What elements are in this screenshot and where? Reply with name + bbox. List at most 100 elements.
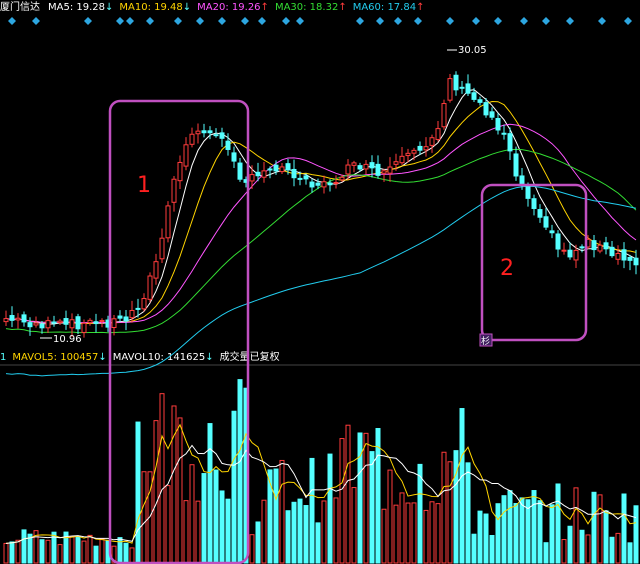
candle-body — [549, 230, 555, 234]
volume-bar — [513, 503, 519, 564]
candle-body — [465, 83, 471, 94]
volume-bar — [177, 417, 183, 564]
volume-bar — [207, 423, 213, 564]
event-diamond-icon — [84, 17, 92, 25]
chart-canvas[interactable]: 1 2 30.05 10.96 杉 — [0, 0, 640, 564]
candle-body — [573, 249, 579, 261]
volume-bar — [327, 453, 333, 564]
candle-body — [141, 298, 147, 310]
volume-bar — [201, 473, 207, 564]
volume-bar — [285, 510, 291, 564]
stock-chart-window: 厦门信达 MA5: 19.28↓ MA10: 19.48↓ MA20: 19.26↑ M… — [0, 0, 640, 564]
candle-body — [195, 130, 201, 135]
volume-bar — [399, 492, 405, 564]
event-diamond-icon — [116, 17, 124, 25]
event-diamond-icon — [282, 17, 290, 25]
volume-bar — [465, 462, 471, 564]
candle-body — [567, 249, 573, 258]
price-ma-lines — [5, 89, 637, 377]
volume-bar — [393, 504, 399, 564]
candle-body — [15, 317, 21, 321]
low-price-label: 10.96 — [53, 334, 82, 345]
event-diamond-icon — [356, 17, 364, 25]
candle-body — [255, 171, 261, 177]
candle-body — [45, 320, 51, 329]
candle-body — [297, 177, 303, 180]
candle-body — [561, 249, 567, 252]
volume-bar — [591, 491, 597, 564]
volume-bar — [255, 521, 261, 564]
volume-bar — [333, 497, 339, 564]
volume-bar — [69, 536, 75, 564]
candle-body — [495, 118, 501, 131]
volume-bar — [249, 534, 255, 564]
event-diamond-icon — [258, 17, 266, 25]
candle-body — [63, 318, 69, 325]
event-diamond-icon — [566, 17, 574, 25]
candle-body — [483, 102, 489, 116]
candle-body — [87, 319, 93, 324]
volume-bar — [483, 513, 489, 564]
volume-bar — [351, 487, 357, 564]
volume-bar — [39, 539, 45, 564]
candle-body — [471, 92, 477, 100]
volume-bar — [429, 501, 435, 564]
candle-body — [453, 74, 459, 91]
volume-bar — [213, 469, 219, 564]
volume-bar — [57, 544, 63, 564]
candle-body — [75, 316, 81, 330]
volume-bar — [135, 421, 141, 564]
volume-bar — [195, 500, 201, 564]
candle-body — [81, 322, 87, 333]
candle-body — [57, 320, 63, 324]
event-diamond-icon — [542, 17, 550, 25]
volume-bar — [165, 485, 171, 564]
candle-body — [327, 182, 333, 186]
volume-bar — [9, 541, 15, 564]
candle-body — [507, 133, 513, 152]
volume-bar — [261, 499, 267, 564]
candle-body — [543, 216, 549, 228]
candle-body — [387, 166, 393, 174]
volume-bar — [171, 405, 177, 564]
volume-bar — [417, 463, 423, 564]
event-markers — [8, 17, 632, 25]
volume-bar — [15, 539, 21, 564]
volume-bar — [375, 428, 381, 564]
candle-body — [99, 319, 105, 322]
ma-line-30 — [5, 148, 637, 334]
candle-body — [555, 233, 561, 250]
candle-body — [51, 321, 57, 324]
candle-body — [285, 163, 291, 171]
volume-bar — [297, 498, 303, 564]
volume-bar — [369, 451, 375, 564]
candle-body — [531, 198, 537, 209]
volume-bar — [585, 534, 591, 564]
event-diamond-icon — [146, 17, 154, 25]
candle-body — [135, 307, 141, 310]
candle-body — [393, 161, 399, 165]
ma-line-5 — [5, 89, 637, 325]
volume-bar — [501, 495, 507, 564]
volume-bar — [141, 471, 147, 564]
volume-bar — [321, 500, 327, 564]
volume-bar — [339, 438, 345, 564]
candle-body — [381, 170, 387, 174]
volume-bar — [45, 539, 51, 564]
candle-body — [345, 164, 351, 175]
candle-body — [267, 168, 273, 171]
event-diamond-icon — [218, 17, 226, 25]
candle-body — [117, 315, 123, 319]
candle-body — [405, 152, 411, 157]
candle-body — [69, 319, 75, 329]
volume-bar — [93, 545, 99, 564]
candle-body — [315, 182, 321, 186]
candle-body — [579, 246, 585, 249]
candle-body — [147, 275, 153, 300]
volume-bar — [519, 497, 525, 564]
volume-bar — [189, 464, 195, 564]
volume-bar — [291, 501, 297, 564]
volume-bar — [615, 532, 621, 564]
volume-bar — [579, 529, 585, 564]
event-diamond-icon — [32, 17, 40, 25]
